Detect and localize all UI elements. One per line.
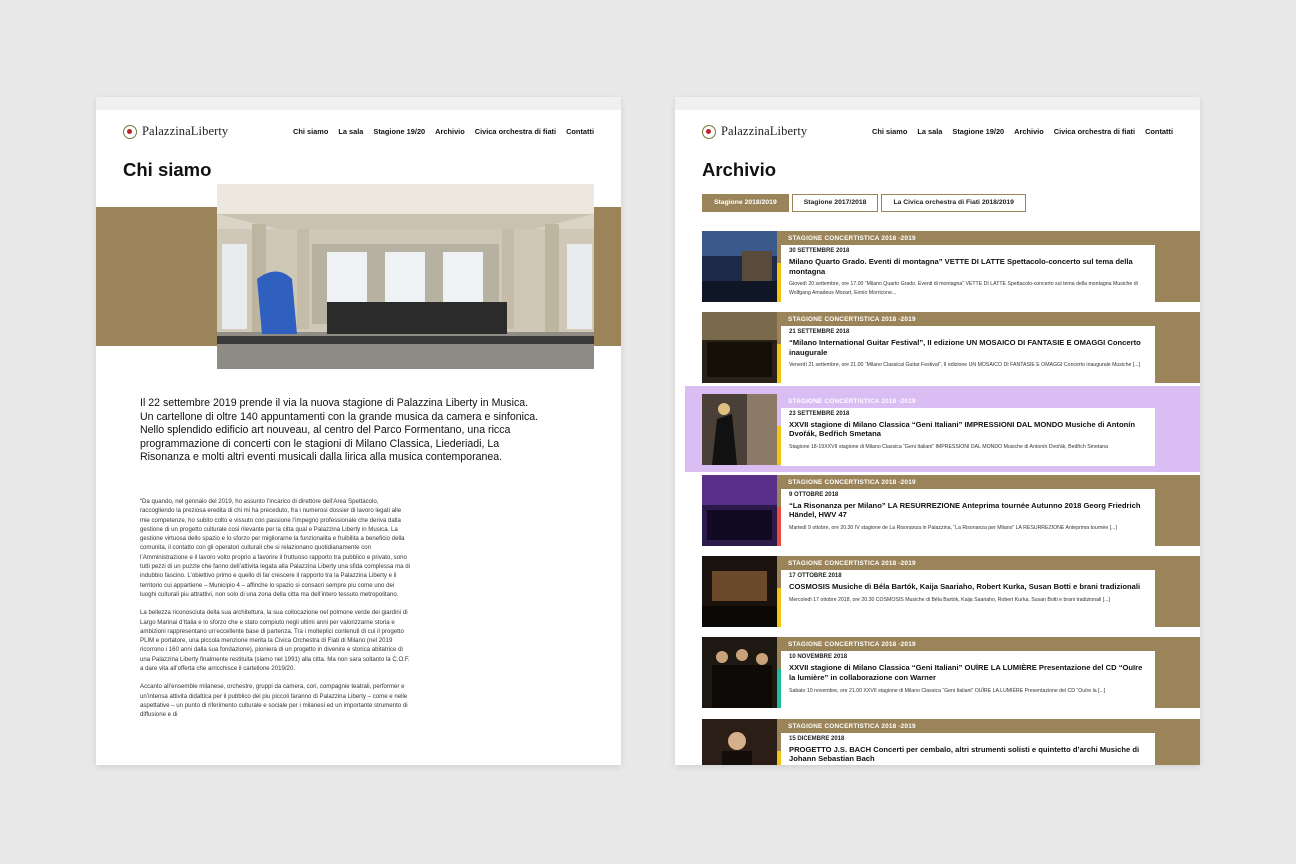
archive-entry[interactable]: STAGIONE CONCERTISTICA 2018 -2019 17 OTT… — [675, 556, 1200, 637]
season-tabs: Stagione 2018/2019 Stagione 2017/2018 La… — [702, 194, 1026, 212]
site-logo[interactable]: PalazzinaLiberty — [123, 124, 228, 139]
hero-hall-image — [217, 184, 594, 369]
entry-thumbnail[interactable] — [702, 312, 777, 384]
nav-stagione[interactable]: Stagione 19/20 — [373, 127, 425, 136]
entry-excerpt: Giovedì 20 settembre, ore 17.00 “Milano … — [789, 281, 1138, 296]
entry-category: STAGIONE CONCERTISTICA 2018 -2019 — [788, 641, 916, 649]
entry-excerpt: Martedì 9 ottobre, ore 20.30 IV stagione… — [789, 525, 1117, 532]
entry-category: STAGIONE CONCERTISTICA 2018 -2019 — [788, 316, 916, 324]
entry-date: 9 OTTOBRE 2018 — [789, 491, 839, 498]
entry-category: STAGIONE CONCERTISTICA 2018 -2019 — [788, 235, 916, 242]
entry-category: STAGIONE CONCERTISTICA 2018 -2019 — [788, 722, 916, 730]
entry-card: 21 SETTEMBRE 2018 “Milano International … — [781, 326, 1155, 385]
entry-thumbnail[interactable] — [702, 393, 777, 465]
letter-paragraph: Accanto all’ensemble milanese, orchestre… — [140, 683, 408, 719]
entry-title[interactable]: “La Risonanza per Milano” LA RESURREZION… — [789, 501, 1147, 520]
entry-excerpt: Mercoledì 17 ottobre 2018, ore 20.30 COS… — [789, 596, 1110, 603]
entry-excerpt: Venerdì 21 settembre, ore 21.00 “Milano … — [789, 362, 1141, 369]
nav-la-sala[interactable]: La sala — [917, 127, 942, 136]
nav-archivio[interactable]: Archivio — [435, 127, 465, 136]
archive-entry[interactable]: STAGIONE CONCERTISTICA 2018 -2019 10 NOV… — [675, 637, 1200, 718]
nav-contatti[interactable]: Contatti — [1145, 127, 1173, 136]
chi-siamo-page: PalazzinaLiberty Chi siamo La sala Stagi… — [96, 97, 621, 765]
archive-entry[interactable]: STAGIONE CONCERTISTICA 2018 -2019 15 DIC… — [675, 718, 1200, 765]
entry-title[interactable]: COSMOSIS Musiche di Béla Bartók, Kaija S… — [789, 582, 1147, 592]
main-nav: Chi siamo La sala Stagione 19/20 Archivi… — [293, 127, 594, 136]
browser-top-strip — [96, 97, 621, 110]
entry-date: 21 SETTEMBRE 2018 — [789, 329, 850, 336]
entry-category: STAGIONE CONCERTISTICA 2018 -2019 — [788, 478, 916, 486]
site-header: PalazzinaLiberty Chi siamo La sala Stagi… — [96, 119, 621, 143]
entry-thumbnail[interactable] — [702, 718, 777, 765]
logo-text: PalazzinaLiberty — [142, 124, 229, 138]
page-title: Archivio — [702, 159, 777, 180]
entry-category: STAGIONE CONCERTISTICA 2018 -2019 — [788, 397, 916, 405]
letter-paragraph: “Da quando, nel gennaio del 2019, ho ass… — [140, 498, 410, 598]
nav-contatti[interactable]: Contatti — [566, 127, 594, 136]
tab-civica-orchestra-2018-2019[interactable]: La Civica orchestra di Fiati 2018/2019 — [881, 194, 1026, 212]
entry-thumbnail[interactable] — [702, 556, 777, 628]
logo-text: PalazzinaLiberty — [721, 124, 808, 138]
entry-date: 30 SETTEMBRE 2018 — [789, 248, 850, 254]
entry-card: 17 OTTOBRE 2018 COSMOSIS Musiche di Béla… — [781, 570, 1155, 629]
archivio-page: PalazzinaLiberty Chi siamo La sala Stagi… — [675, 97, 1200, 765]
archive-list: STAGIONE CONCERTISTICA 2018 -2019 30 SET… — [675, 231, 1200, 765]
tab-stagione-2018-2019[interactable]: Stagione 2018/2019 — [702, 194, 789, 212]
main-nav: Chi siamo La sala Stagione 19/20 Archivi… — [872, 127, 1173, 136]
tab-stagione-2017-2018[interactable]: Stagione 2017/2018 — [791, 194, 879, 212]
nav-civica-orchestra[interactable]: Civica orchestra di fiati — [475, 127, 556, 136]
nav-archivio[interactable]: Archivio — [1014, 127, 1044, 136]
nav-chi-siamo[interactable]: Chi siamo — [872, 127, 907, 136]
archive-entry[interactable]: STAGIONE CONCERTISTICA 2018 -2019 9 OTTO… — [675, 474, 1200, 556]
entry-date: 10 NOVEMBRE 2018 — [789, 654, 848, 661]
entry-thumbnail[interactable] — [702, 231, 777, 302]
director-letter: “Da quando, nel gennaio del 2019, ho ass… — [140, 497, 410, 729]
entry-card: 10 NOVEMBRE 2018 XXVII stagione di Milan… — [781, 651, 1155, 710]
nav-chi-siamo[interactable]: Chi siamo — [293, 127, 328, 136]
nav-stagione[interactable]: Stagione 19/20 — [952, 127, 1004, 136]
entry-thumbnail[interactable] — [702, 637, 777, 709]
letter-paragraph: La bellezza riconosciuta della sua archi… — [140, 609, 410, 673]
logo-emblem-icon — [702, 124, 716, 139]
entry-date: 15 DICEMBRE 2018 — [789, 735, 845, 742]
entry-title[interactable]: PROGETTO J.S. BACH Concerti per cembalo,… — [789, 745, 1147, 764]
entry-thumbnail[interactable] — [702, 474, 777, 546]
nav-civica-orchestra[interactable]: Civica orchestra di fiati — [1054, 127, 1135, 136]
nav-la-sala[interactable]: La sala — [338, 127, 363, 136]
site-header: PalazzinaLiberty Chi siamo La sala Stagi… — [675, 119, 1200, 143]
entry-excerpt: Sabato 10 novembre, ore 21.00 XXVII stag… — [789, 687, 1106, 694]
entry-date: 17 OTTOBRE 2018 — [789, 573, 842, 580]
entry-title[interactable]: Milano Quarto Grado. Eventi di montagna”… — [789, 257, 1147, 276]
entry-title[interactable]: XXVII stagione di Milano Classica “Geni … — [789, 420, 1147, 439]
archive-entry[interactable]: STAGIONE CONCERTISTICA 2018 -2019 21 SET… — [675, 312, 1200, 393]
site-logo[interactable]: PalazzinaLiberty — [702, 124, 807, 139]
entry-date: 23 SETTEMBRE 2018 — [789, 410, 850, 417]
entry-card: 23 SETTEMBRE 2018 XXVII stagione di Mila… — [781, 407, 1155, 466]
entry-title[interactable]: “Milano International Guitar Festival”, … — [789, 338, 1147, 357]
entry-excerpt: Stagione 18-19XXVII stagione di Milano C… — [789, 443, 1108, 450]
entry-card: 15 DICEMBRE 2018 PROGETTO J.S. BACH Conc… — [781, 732, 1155, 765]
entry-category: STAGIONE CONCERTISTICA 2018 -2019 — [788, 560, 916, 568]
logo-emblem-icon — [123, 124, 137, 139]
intro-paragraph: Il 22 settembre 2019 prende il via la nu… — [140, 397, 539, 464]
entry-title[interactable]: XXVII stagione di Milano Classica “Geni … — [789, 663, 1147, 682]
page-title: Chi siamo — [123, 159, 212, 180]
browser-top-strip — [675, 97, 1200, 110]
entry-card: 9 OTTOBRE 2018 “La Risonanza per Milano”… — [781, 488, 1155, 547]
entry-card: 30 SETTEMBRE 2018 Milano Quarto Grado. E… — [781, 245, 1155, 303]
archive-entry[interactable]: STAGIONE CONCERTISTICA 2018 -2019 30 SET… — [675, 231, 1200, 312]
archive-entry-highlighted[interactable]: STAGIONE CONCERTISTICA 2018 -2019 23 SET… — [675, 385, 1200, 475]
